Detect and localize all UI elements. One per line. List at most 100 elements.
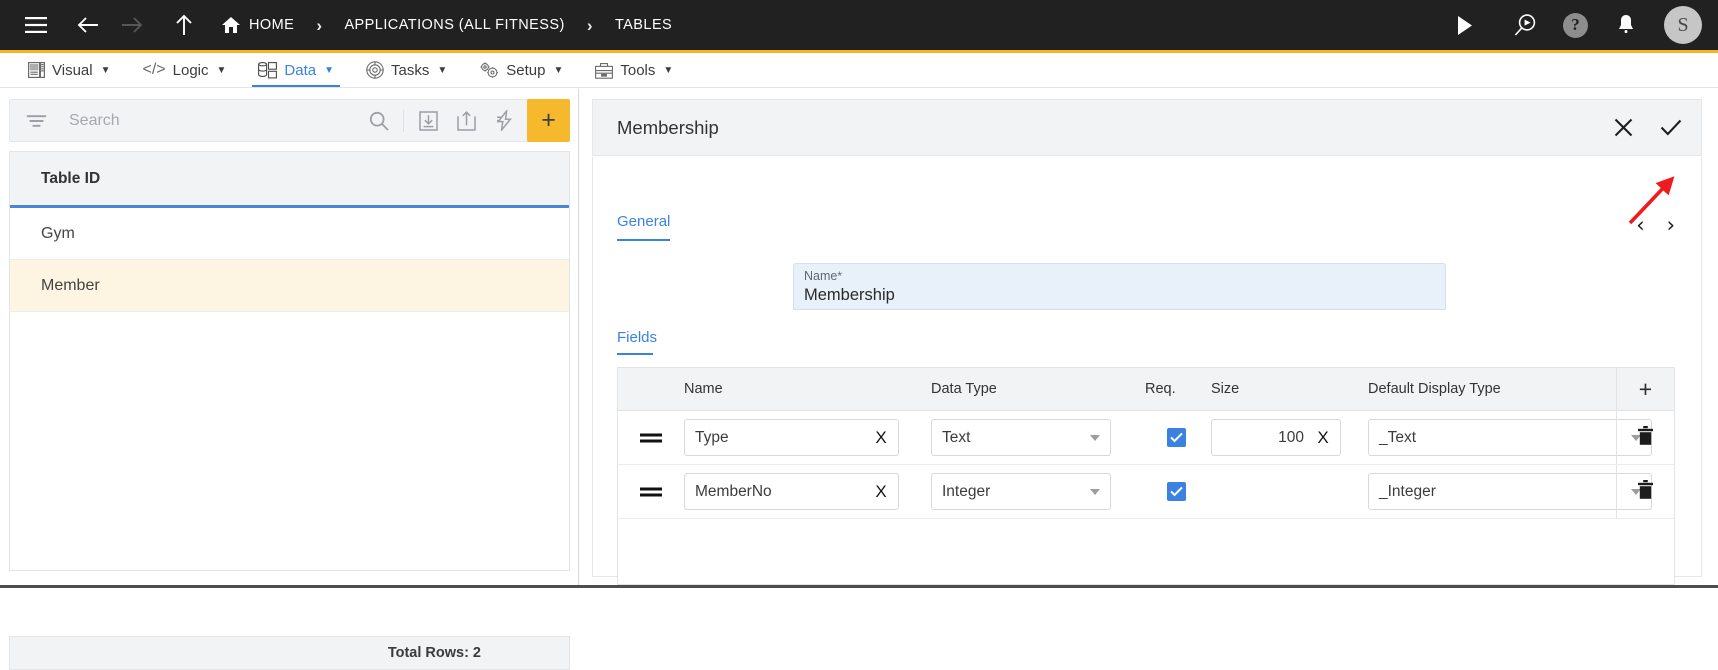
prev-record-button[interactable]: ‹ <box>1636 215 1644 236</box>
tab-general[interactable]: General <box>617 213 671 241</box>
fields-table-header: Name Data Type Req. Size Default Display… <box>618 368 1674 411</box>
name-field-label: Name* <box>804 269 1445 283</box>
export-icon[interactable] <box>447 99 485 142</box>
database-icon <box>258 61 278 79</box>
module-menu-bar: Visual ▼ </> Logic ▼ Data ▼ Tasks ▼ Setu… <box>0 53 1718 88</box>
delete-field-button[interactable] <box>1616 465 1674 518</box>
field-data-type-select[interactable]: Text <box>931 419 1111 456</box>
menu-item-data[interactable]: Data ▼ <box>242 53 350 87</box>
breadcrumb-item-tables[interactable]: TABLES <box>615 17 672 33</box>
clear-icon[interactable]: X <box>870 428 892 448</box>
field-size-input[interactable]: 100 X <box>1211 419 1341 456</box>
name-field-label-text: Name <box>804 269 838 283</box>
code-icon: </> <box>142 61 166 78</box>
fields-section-tab-label: Fields <box>617 329 658 346</box>
name-field[interactable]: Name* Membership <box>793 263 1446 310</box>
help-icon[interactable]: ? <box>1563 12 1588 38</box>
search-icon[interactable] <box>360 99 398 142</box>
fields-table: Name Data Type Req. Size Default Display… <box>617 367 1675 585</box>
visual-icon <box>28 62 45 78</box>
drag-handle-icon[interactable] <box>618 486 684 498</box>
field-required-checkbox[interactable] <box>1145 428 1207 447</box>
field-default-display-type-value: _Text <box>1379 428 1417 446</box>
arrow-back-icon[interactable] <box>66 3 110 47</box>
help-icon-label: ? <box>1571 15 1580 34</box>
field-default-display-type-value: _Integer <box>1379 482 1436 500</box>
breadcrumb-item-home[interactable]: HOME <box>249 17 294 33</box>
fields-section-tab[interactable]: Fields <box>617 329 657 355</box>
field-default-display-type-select[interactable]: _Text <box>1368 419 1652 456</box>
chevron-down-icon: ▼ <box>100 64 111 76</box>
field-data-type-select[interactable]: Integer <box>931 473 1111 510</box>
home-icon[interactable] <box>222 17 240 33</box>
field-name-value: Type <box>695 428 729 446</box>
lightning-bolt-icon[interactable] <box>485 99 523 142</box>
field-name-input[interactable]: Type X <box>684 419 899 456</box>
menu-item-visual[interactable]: Visual ▼ <box>12 53 127 87</box>
filter-icon[interactable] <box>26 114 47 128</box>
trash-icon <box>1638 479 1653 504</box>
menu-item-tasks[interactable]: Tasks ▼ <box>350 53 463 87</box>
breadcrumb-item-applications[interactable]: APPLICATIONS (ALL FITNESS) <box>344 17 564 33</box>
field-name-value: MemberNo <box>695 482 772 500</box>
gears-icon <box>479 61 499 79</box>
table-row: Type X Text 100 X _Text <box>618 411 1674 465</box>
chevron-down-icon <box>1090 488 1100 495</box>
topbar-actions: ? S <box>1443 3 1702 47</box>
column-header-data-type: Data Type <box>931 381 997 397</box>
menu-item-data-label: Data <box>284 61 317 79</box>
menu-item-tools[interactable]: Tools ▼ <box>579 53 689 87</box>
column-header-name: Name <box>684 381 723 397</box>
add-field-button[interactable]: + <box>1616 368 1674 410</box>
add-table-button[interactable]: + <box>527 99 570 142</box>
field-required-checkbox[interactable] <box>1145 482 1207 501</box>
hamburger-icon[interactable] <box>14 3 58 47</box>
column-header-size: Size <box>1211 381 1240 397</box>
table-id-column-header-label: Table ID <box>41 169 101 187</box>
avatar[interactable]: S <box>1664 6 1702 44</box>
close-icon[interactable] <box>1599 100 1647 156</box>
field-data-type-value: Integer <box>942 482 991 500</box>
field-size-value: 100 <box>1278 428 1304 446</box>
menu-item-tools-label: Tools <box>620 61 656 79</box>
next-record-button[interactable]: › <box>1667 215 1675 236</box>
toolbar-divider <box>403 109 404 132</box>
field-data-type-value: Text <box>942 428 971 446</box>
run-icon[interactable] <box>1443 3 1487 47</box>
chevron-down-icon: ▼ <box>324 64 334 76</box>
name-field-value[interactable]: Membership <box>804 286 1445 305</box>
column-header-default-display-type: Default Display Type <box>1368 381 1501 397</box>
chevron-down-icon: ▼ <box>216 64 227 76</box>
breadcrumb: HOME › APPLICATIONS (ALL FITNESS) › TABL… <box>222 17 672 34</box>
page-title: Membership <box>617 116 719 138</box>
menu-item-logic[interactable]: </> Logic ▼ <box>127 53 243 87</box>
list-item[interactable]: Gym <box>10 208 569 260</box>
import-icon[interactable] <box>409 99 447 142</box>
menu-item-setup[interactable]: Setup ▼ <box>463 53 579 87</box>
arrow-forward-icon[interactable] <box>110 3 154 47</box>
preview-search-icon[interactable] <box>1503 3 1547 47</box>
clear-icon[interactable]: X <box>870 482 892 502</box>
drag-handle-icon[interactable] <box>618 432 684 444</box>
menu-item-tasks-label: Tasks <box>391 61 430 79</box>
delete-field-button[interactable] <box>1616 411 1674 464</box>
arrow-up-icon[interactable] <box>162 3 206 47</box>
field-default-display-type-select[interactable]: _Integer <box>1368 473 1652 510</box>
search-input[interactable] <box>69 111 360 130</box>
trash-icon <box>1638 425 1653 450</box>
chevron-down-icon <box>1090 434 1100 441</box>
add-field-label: + <box>1638 375 1653 402</box>
detail-panel-body: General ‹ › Name* Membership Fields Name… <box>592 157 1702 585</box>
check-icon[interactable] <box>1647 100 1695 156</box>
table-detail-panel: Membership General ‹ › Name* Membership <box>580 89 1718 588</box>
tables-list-panel: + Table ID Gym Member Total Rows: 2 <box>0 89 579 670</box>
table-id-column-header[interactable]: Table ID <box>10 152 569 208</box>
notifications-bell-icon[interactable] <box>1604 3 1648 47</box>
tasks-icon <box>366 61 384 79</box>
clear-icon[interactable]: X <box>1312 428 1334 448</box>
list-item-label: Gym <box>41 224 75 242</box>
field-name-input[interactable]: MemberNo X <box>684 473 899 510</box>
chevron-down-icon: ▼ <box>663 64 674 76</box>
list-item[interactable]: Member <box>10 260 569 312</box>
total-rows-label: Total Rows: 2 <box>387 645 481 661</box>
